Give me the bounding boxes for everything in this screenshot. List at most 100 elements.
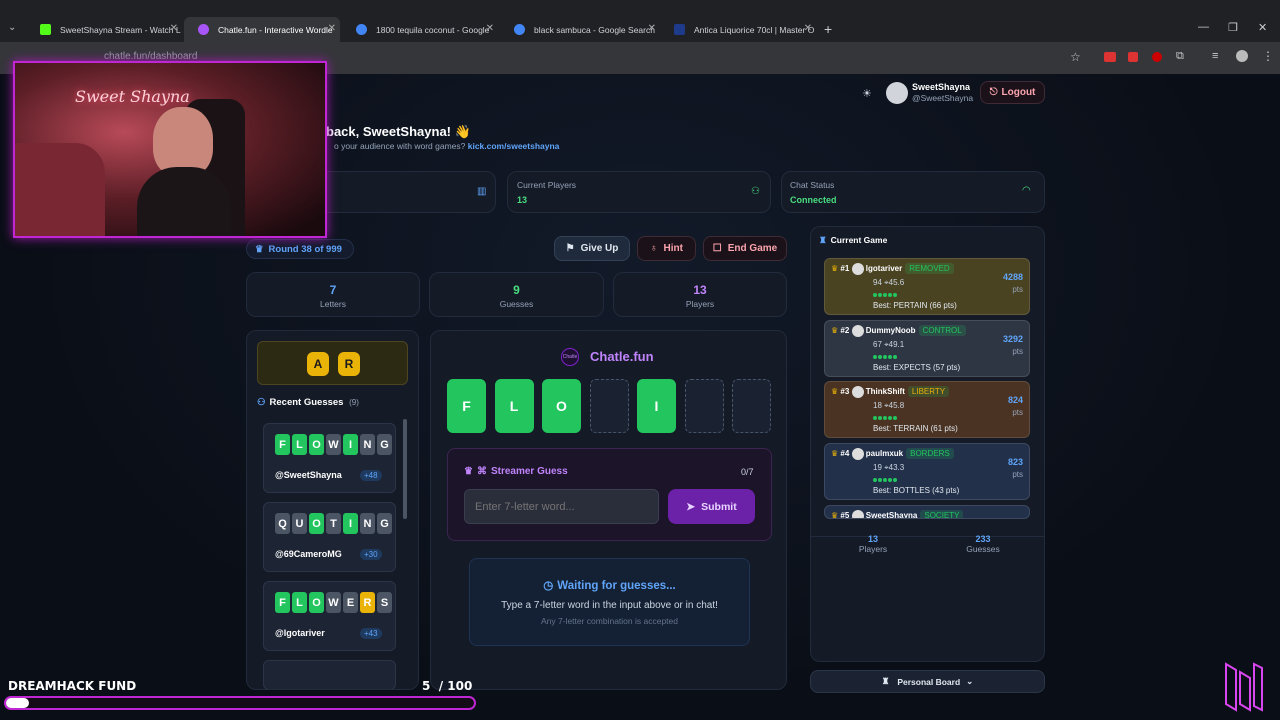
profile-avatar-icon[interactable] xyxy=(1236,50,1248,62)
flag-icon: ⚑ xyxy=(565,243,575,254)
stat-card-chat: Chat Status Connected ◠ xyxy=(781,171,1045,213)
fund-label: DREAMHACK FUND xyxy=(8,679,137,693)
minimize-icon[interactable]: — xyxy=(1198,21,1209,33)
google-favicon-icon xyxy=(514,24,525,35)
lb-progress-dots xyxy=(873,290,1023,299)
lb-points: 824 xyxy=(1007,395,1023,405)
browser-tab-kick[interactable]: SweetShayna Stream - Watch L ✕ xyxy=(26,17,182,42)
board-letter-tile: I xyxy=(637,379,676,433)
send-icon: ➤ xyxy=(686,500,696,513)
theme-toggle-sun-icon[interactable]: ☀ xyxy=(862,87,872,100)
recent-guesses-scrollbar[interactable] xyxy=(403,419,407,519)
close-tab-icon[interactable]: ✕ xyxy=(170,23,178,34)
give-up-button[interactable]: ⚑ Give Up xyxy=(554,236,630,261)
leaderboard-row[interactable]: ♛ #3 ThinkShift LIBERTY 18 ⌖45.8 Best: TERR… xyxy=(824,381,1030,438)
browser-tab-chatle[interactable]: Chatle.fun - Interactive Wordle ✕ xyxy=(184,17,340,42)
reading-list-icon[interactable]: ≡ xyxy=(1212,50,1218,62)
lb-avatar xyxy=(851,263,864,275)
browser-tab-google-1[interactable]: 1800 tequila coconut - Google ✕ xyxy=(342,17,498,42)
board-letter-tile xyxy=(684,379,724,433)
logout-button[interactable]: ⎋ Logout xyxy=(980,81,1045,104)
recent-guess-card: F L O W E R S @lgotariver +43 xyxy=(263,581,396,651)
lb-meta: 67 ⌖49.1 xyxy=(873,340,905,349)
leaderboard-row[interactable]: ♛ #4 paulmxuk BORDERS 19 ⌖43.3 Best: BOTTLE… xyxy=(824,443,1030,500)
known-letter-tile: A xyxy=(307,352,329,376)
guess-input[interactable] xyxy=(464,489,659,524)
browser-tab-bar: ⌄ SweetShayna Stream - Watch L ✕ Chatle.… xyxy=(0,0,1280,42)
streamer-guess-box: ♛⌘Streamer Guess 0/7 ➤ Submit xyxy=(447,448,772,541)
guess-letter-tile: Q xyxy=(275,513,290,534)
guess-letter-tile: O xyxy=(309,592,324,613)
board-letter-tile: O xyxy=(542,379,581,433)
lb-meta: 19 ⌖43.3 xyxy=(873,463,905,472)
chatle-favicon-icon xyxy=(198,24,209,35)
maximize-icon[interactable]: ❐ xyxy=(1228,21,1238,34)
fund-value: 5 / 100 xyxy=(422,679,473,693)
lb-word-tag: BORDERS xyxy=(906,448,954,460)
extension-red-icon[interactable] xyxy=(1128,52,1138,62)
end-game-button[interactable]: ☐ End Game xyxy=(703,236,787,261)
lb-rank: #2 xyxy=(840,326,850,336)
lb-points: 4288 xyxy=(1002,272,1023,282)
extension-circle-icon[interactable] xyxy=(1152,52,1162,62)
leaderboard-row[interactable]: ♛ #2 DummyNoob CONTROL 67 ⌖49.1 Best: EXPEC… xyxy=(824,320,1030,377)
chart-icon: ▥ xyxy=(477,186,487,197)
logout-icon: ⎋ xyxy=(989,87,998,98)
guess-letter-tile: G xyxy=(377,513,392,534)
lb-guesses-label: Guesses xyxy=(966,544,1000,554)
personal-board-label: Personal Board xyxy=(897,676,961,687)
leaderboard-guesses-stat: 233 Guesses xyxy=(961,534,1005,554)
tab-label: Chatle.fun - Interactive Wordle xyxy=(218,24,333,35)
guess-letter-tile: I xyxy=(343,434,358,455)
letters-counter: 7 Letters xyxy=(246,272,420,317)
close-tab-icon[interactable]: ✕ xyxy=(328,23,336,34)
known-letter-tile: R xyxy=(338,352,360,376)
lb-name: paulmxuk xyxy=(865,449,904,459)
leaderboard-row[interactable]: ♛ #5 SweetShayna SOCIETY xyxy=(824,505,1030,519)
lb-best: Best: EXPECTS (57 pts) xyxy=(873,363,961,372)
lb-points-unit: pts xyxy=(1012,470,1023,479)
close-window-icon[interactable]: ✕ xyxy=(1258,21,1267,34)
rank-medal-icon: ♛ xyxy=(831,449,839,459)
crown-icon: ♛ xyxy=(255,243,264,255)
lb-progress-dots xyxy=(873,475,1023,484)
bookmark-star-icon[interactable]: ☆ xyxy=(1070,50,1081,64)
guess-letter-tile: N xyxy=(360,513,375,534)
close-tab-icon[interactable]: ✕ xyxy=(804,23,812,34)
guess-points-badge: +43 xyxy=(360,628,382,639)
lb-points-unit: pts xyxy=(1012,285,1023,294)
browser-tab-antica[interactable]: Antica Liquorice 70cl | Master O ✕ xyxy=(660,17,816,42)
lb-word-tag: CONTROL xyxy=(918,325,966,337)
browser-tab-google-2[interactable]: black sambuca - Google Search ✕ xyxy=(500,17,660,42)
recent-guess-card xyxy=(263,660,396,689)
tab-list-chevron-icon[interactable]: ⌄ xyxy=(8,22,16,33)
lb-word-tag: LIBERTY xyxy=(907,386,950,398)
leaderboard-row[interactable]: ♛ #1 lgotariver REMOVED 94 ⌖45.6 Best: PERT… xyxy=(824,258,1030,315)
streamer-guess-heading: ♛ ⌘ Streamer Guess xyxy=(464,466,568,477)
browser-menu-icon[interactable]: ⋮ xyxy=(1262,49,1274,63)
tab-label: Antica Liquorice 70cl | Master O xyxy=(694,24,815,35)
close-tab-icon[interactable]: ✕ xyxy=(486,23,494,34)
guess-tiles: FLOWERS xyxy=(275,592,394,613)
close-tab-icon[interactable]: ✕ xyxy=(648,23,656,34)
board-brand-title: Chatle.fun xyxy=(590,349,654,364)
guess-letter-tile: F xyxy=(275,434,290,455)
fund-progress-fill xyxy=(6,698,30,708)
extension-abp-icon[interactable] xyxy=(1104,52,1116,62)
board-letter-tile xyxy=(589,379,629,433)
waiting-text: Type a 7-letter word in the input above … xyxy=(501,600,718,611)
guess-tiles: QUOTING xyxy=(275,513,394,534)
guess-letter-tile: O xyxy=(309,434,324,455)
extensions-puzzle-icon[interactable]: ⧉ xyxy=(1176,50,1184,63)
personal-board-button[interactable]: ♜ Personal Board ⌄ xyxy=(810,670,1045,693)
lb-name: DummyNoob xyxy=(865,326,916,336)
hint-button[interactable]: ♁ Hint xyxy=(637,236,696,261)
board-letter-tile xyxy=(732,379,771,433)
rank-medal-icon: ♛ xyxy=(831,511,839,519)
guess-letter-tile: R xyxy=(360,592,375,613)
lb-points: 823 xyxy=(1007,457,1023,467)
leaderboard-heading: ♜ Current Game xyxy=(819,235,887,246)
channel-link[interactable]: kick.com/sweetshayna xyxy=(468,141,560,151)
new-tab-icon[interactable]: + xyxy=(824,21,832,37)
submit-button[interactable]: ➤ Submit xyxy=(668,489,755,524)
